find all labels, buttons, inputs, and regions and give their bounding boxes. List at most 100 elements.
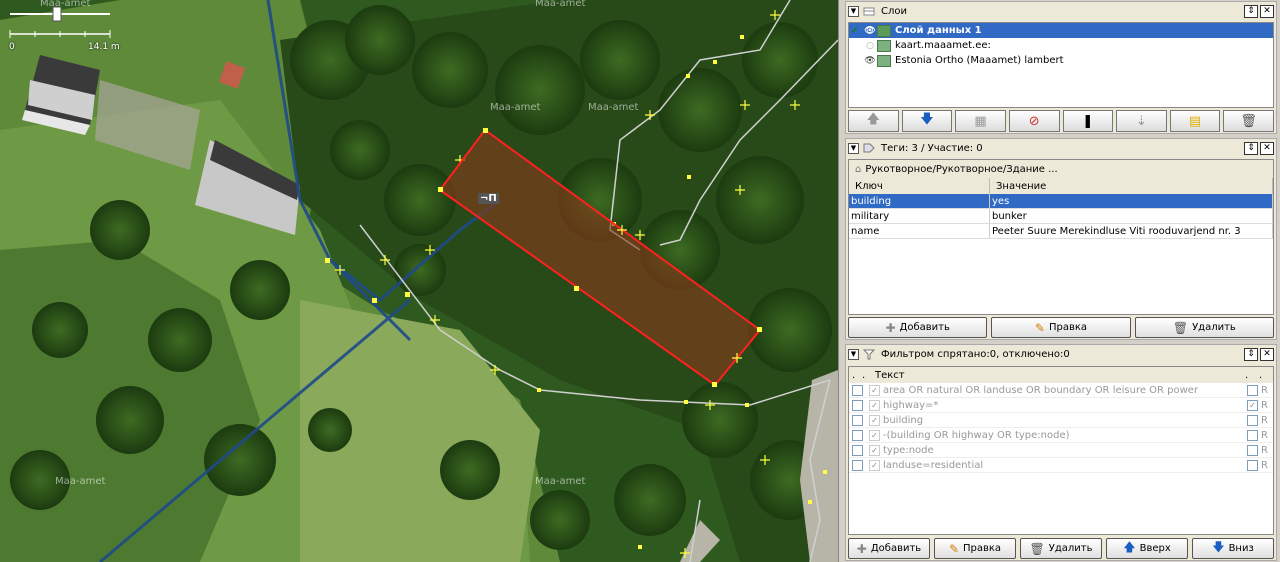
layer-item[interactable]: ○ kaart.maaamet.ee: (849, 38, 1273, 53)
move-up-button[interactable]: 🡅 Вверх (1106, 538, 1188, 559)
preset-row[interactable]: ⌂ Рукотворное/Рукотворное/Здание ... (849, 160, 1273, 178)
tag-row[interactable]: building yes (849, 194, 1273, 209)
imagery-layer-icon (877, 39, 891, 52)
filter-panel-header[interactable]: ▼ Фильтром спрятано:0, отключено:0 (846, 345, 1276, 363)
arrow-down-icon: 🡇 (1212, 540, 1225, 554)
tags-panel-title: Теги: 3 / Участие: 0 (881, 142, 983, 154)
close-icon[interactable]: ✕ (1260, 142, 1274, 155)
move-down-icon[interactable]: 🡇 (901, 110, 953, 132)
filter-text: building (883, 414, 924, 426)
filter-text: area OR natural OR landuse OR boundary O… (883, 384, 1199, 396)
inverted-checkbox[interactable] (1247, 444, 1258, 456)
enable-checkbox[interactable] (852, 399, 863, 411)
watermark: Maa-amet (535, 476, 586, 487)
hide-checkbox[interactable]: ✓ (869, 399, 880, 411)
watermark: Maa-amet (490, 102, 541, 113)
filter-r: R (1261, 399, 1268, 411)
layers-panel-header[interactable]: ▼ Слои (846, 2, 1276, 20)
layers-panel-title: Слои (881, 5, 907, 17)
filter-text: -(building OR highway OR type:node) (883, 429, 1070, 441)
enable-checkbox[interactable] (852, 429, 863, 441)
inverted-checkbox[interactable] (1247, 459, 1258, 471)
move-up-icon[interactable]: 🡅 (848, 110, 899, 132)
filter-table: .. Текст .. ✓ area OR natural OR landuse… (848, 366, 1274, 535)
layers-icon (863, 7, 875, 15)
filter-text: highway=* (883, 399, 939, 411)
enable-checkbox[interactable] (852, 384, 863, 396)
tag-value[interactable]: bunker (990, 209, 1273, 223)
plus-icon: ✚ (856, 541, 867, 556)
filter-row[interactable]: ✓ type:node R (849, 443, 1273, 458)
inverted-checkbox[interactable] (1247, 429, 1258, 441)
watermark: Maa-amet (55, 476, 106, 487)
edit-tag-button[interactable]: ✎ Правка (991, 317, 1131, 338)
hide-checkbox[interactable]: ✓ (869, 429, 880, 441)
collapse-icon[interactable]: ▼ (848, 142, 859, 154)
tag-row[interactable]: name Peeter Suure Merekindluse Viti rood… (849, 224, 1273, 239)
eye-icon[interactable]: 👁 (863, 26, 877, 36)
delete-layer-icon[interactable]: 🗑 (1223, 110, 1274, 132)
visibility-icon[interactable]: ⊘ (1008, 110, 1060, 132)
filter-r: R (1261, 384, 1268, 396)
layers-panel: ▼ Слои ⇕ ✕ ✔ 👁 Слой данных 1 ○ kaart.maa… (845, 1, 1277, 134)
hide-checkbox[interactable]: ✓ (869, 459, 880, 471)
right-sidebar: ▼ Слои ⇕ ✕ ✔ 👁 Слой данных 1 ○ kaart.maa… (838, 0, 1280, 562)
object-label: ¬П (478, 193, 499, 204)
tag-key[interactable]: building (849, 194, 990, 208)
merge-icon[interactable]: ⇣ (1116, 110, 1167, 132)
filter-row[interactable]: ✓ landuse=residential R (849, 458, 1273, 473)
filter-r: R (1261, 459, 1268, 471)
delete-tag-button[interactable]: 🗑 Удалить (1134, 317, 1274, 338)
tag-key[interactable]: name (849, 224, 990, 238)
collapse-icon[interactable]: ▼ (848, 5, 859, 17)
inverted-checkbox[interactable] (1247, 384, 1258, 396)
delete-filter-button[interactable]: 🗑 Удалить (1020, 538, 1102, 559)
filter-row[interactable]: ✓ building R (849, 413, 1273, 428)
layer-item[interactable]: 👁 Estonia Ortho (Maaamet) lambert (849, 53, 1273, 68)
detach-icon[interactable]: ⇕ (1244, 348, 1258, 361)
close-icon[interactable]: ✕ (1260, 5, 1274, 18)
filter-r: R (1261, 414, 1268, 426)
hide-checkbox[interactable]: ✓ (869, 414, 880, 426)
tag-key[interactable]: military (849, 209, 990, 223)
tag-value[interactable]: Peeter Suure Merekindluse Viti rooduvarj… (990, 224, 1273, 238)
collapse-icon[interactable]: ▼ (848, 348, 859, 360)
tag-row[interactable]: military bunker (849, 209, 1273, 224)
add-tag-button[interactable]: ✚ Добавить (848, 317, 988, 338)
info-icon[interactable]: ▤ (1169, 110, 1221, 132)
activate-icon[interactable]: ❚ (1062, 110, 1114, 132)
watermark: Maa-amet (535, 0, 586, 9)
hide-checkbox[interactable]: ✓ (869, 384, 880, 396)
filter-panel: ▼ Фильтром спрятано:0, отключено:0 ⇕ ✕ .… (845, 344, 1277, 561)
edit-icon: ✎ (1034, 320, 1045, 335)
edit-filter-button[interactable]: ✎ Правка (934, 538, 1016, 559)
move-down-button[interactable]: 🡇 Вниз (1192, 538, 1274, 559)
filter-row[interactable]: ✓ highway=* ✓ R (849, 398, 1273, 413)
filter-panel-title: Фильтром спрятано:0, отключено:0 (881, 348, 1070, 360)
enable-checkbox[interactable] (852, 444, 863, 456)
arrow-up-icon: 🡅 (1123, 540, 1136, 554)
layer-item[interactable]: ✔ 👁 Слой данных 1 (849, 23, 1273, 38)
filter-row[interactable]: ✓ area OR natural OR landuse OR boundary… (849, 383, 1273, 398)
detach-icon[interactable]: ⇕ (1244, 142, 1258, 155)
map-view[interactable]: Maa-amet Maa-amet Maa-amet Maa-amet Maa-… (0, 0, 838, 562)
hide-checkbox[interactable]: ✓ (869, 444, 880, 456)
plus-icon: ✚ (885, 320, 896, 335)
filter-row[interactable]: ✓ -(building OR highway OR type:node) R (849, 428, 1273, 443)
eye-hidden-icon[interactable]: ○ (863, 41, 877, 51)
duplicate-icon[interactable]: ▦ (955, 110, 1006, 132)
tag-value[interactable]: yes (990, 194, 1273, 208)
inverted-checkbox[interactable]: ✓ (1247, 399, 1258, 411)
col-value: Значение (990, 178, 1273, 194)
tags-panel-header[interactable]: ▼ Теги: 3 / Участие: 0 (846, 139, 1276, 157)
imagery-layer-icon (877, 54, 891, 67)
eye-icon[interactable]: 👁 (863, 56, 877, 66)
enable-checkbox[interactable] (852, 459, 863, 471)
add-filter-button[interactable]: ✚ Добавить (848, 538, 930, 559)
enable-checkbox[interactable] (852, 414, 863, 426)
map-canvas[interactable] (0, 0, 838, 562)
layer-name: Слой данных 1 (895, 25, 982, 36)
close-icon[interactable]: ✕ (1260, 348, 1274, 361)
inverted-checkbox[interactable] (1247, 414, 1258, 426)
detach-icon[interactable]: ⇕ (1244, 5, 1258, 18)
